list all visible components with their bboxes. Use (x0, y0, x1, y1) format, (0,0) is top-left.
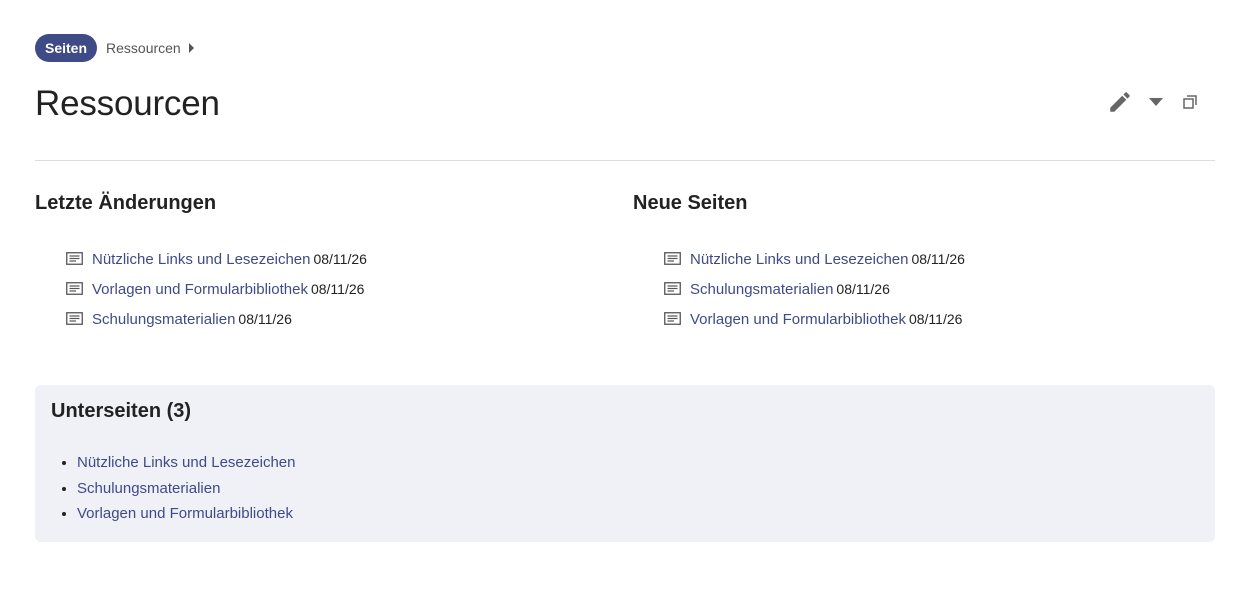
recent-change-link[interactable]: Nützliche Links und Lesezeichen (92, 251, 310, 268)
new-page-link[interactable]: Schulungsmaterialien (690, 281, 833, 298)
list-item: Nützliche Links und Lesezeichen 08/11/26 (664, 244, 1193, 274)
more-actions-dropdown[interactable] (1146, 89, 1166, 115)
subpages-list: Nützliche Links und Lesezeichen Schulung… (77, 451, 1199, 528)
new-pages-heading: Neue Seiten (633, 192, 748, 214)
subpages-panel: Unterseiten (3) Nützliche Links und Lese… (35, 385, 1215, 542)
document-icon (66, 282, 84, 296)
document-icon (664, 252, 682, 266)
new-page-date: 08/11/26 (908, 311, 963, 327)
list-item: Vorlagen und Formularbibliothek 08/11/26 (66, 274, 595, 304)
document-icon (664, 312, 682, 326)
breadcrumb: Seiten Ressourcen (35, 34, 199, 62)
breadcrumb-root-link[interactable]: Seiten (35, 34, 98, 62)
new-pages-section: Neue Seiten Nützliche Links und Lesezeic… (633, 190, 1193, 334)
subpage-link[interactable]: Schulungsmaterialien (77, 480, 220, 497)
recent-change-date: 08/11/26 (238, 311, 292, 327)
breadcrumb-current: Ressourcen (106, 40, 181, 56)
recent-change-date: 08/11/26 (313, 251, 367, 267)
caret-down-icon (1149, 98, 1163, 106)
new-page-date: 08/11/26 (836, 281, 890, 297)
page-toolbar (1106, 89, 1200, 115)
restore-window-button[interactable] (1180, 89, 1200, 115)
document-icon (66, 252, 84, 266)
subpage-link[interactable]: Nützliche Links und Lesezeichen (77, 454, 295, 471)
page: Seiten Ressourcen Ressourcen Letzte Ände… (0, 0, 1246, 590)
new-page-date: 08/11/26 (911, 251, 965, 267)
new-pages-list: Nützliche Links und Lesezeichen 08/11/26… (664, 244, 1193, 334)
subpages-heading: Unterseiten (3) (51, 400, 192, 422)
recent-change-link[interactable]: Schulungsmaterialien (92, 311, 235, 328)
header-divider (35, 160, 1215, 161)
caret-right-icon[interactable] (188, 43, 199, 53)
list-item: Schulungsmaterialien 08/11/26 (66, 304, 595, 334)
new-page-link[interactable]: Vorlagen und Formularbibliothek (690, 311, 906, 328)
recent-change-link[interactable]: Vorlagen und Formularbibliothek (92, 281, 308, 298)
list-item: Schulungsmaterialien (77, 477, 1199, 503)
document-icon (66, 312, 84, 326)
edit-button[interactable] (1106, 89, 1134, 115)
window-restore-icon (1183, 95, 1197, 109)
list-item: Schulungsmaterialien 08/11/26 (664, 274, 1193, 304)
list-item: Nützliche Links und Lesezeichen 08/11/26 (66, 244, 595, 274)
document-icon (664, 282, 682, 296)
new-page-link[interactable]: Nützliche Links und Lesezeichen (690, 251, 908, 268)
pencil-icon (1107, 89, 1133, 115)
list-item: Nützliche Links und Lesezeichen (77, 451, 1199, 477)
list-item: Vorlagen und Formularbibliothek 08/11/26 (664, 304, 1193, 334)
recent-changes-heading: Letzte Änderungen (35, 192, 217, 214)
recent-changes-section: Letzte Änderungen Nützliche Links und Le… (35, 190, 595, 334)
subpage-link[interactable]: Vorlagen und Formularbibliothek (77, 505, 293, 522)
page-title: Ressourcen (35, 84, 220, 123)
list-item: Vorlagen und Formularbibliothek (77, 502, 1199, 528)
recent-changes-list: Nützliche Links und Lesezeichen 08/11/26… (66, 244, 595, 334)
recent-change-date: 08/11/26 (310, 281, 365, 297)
